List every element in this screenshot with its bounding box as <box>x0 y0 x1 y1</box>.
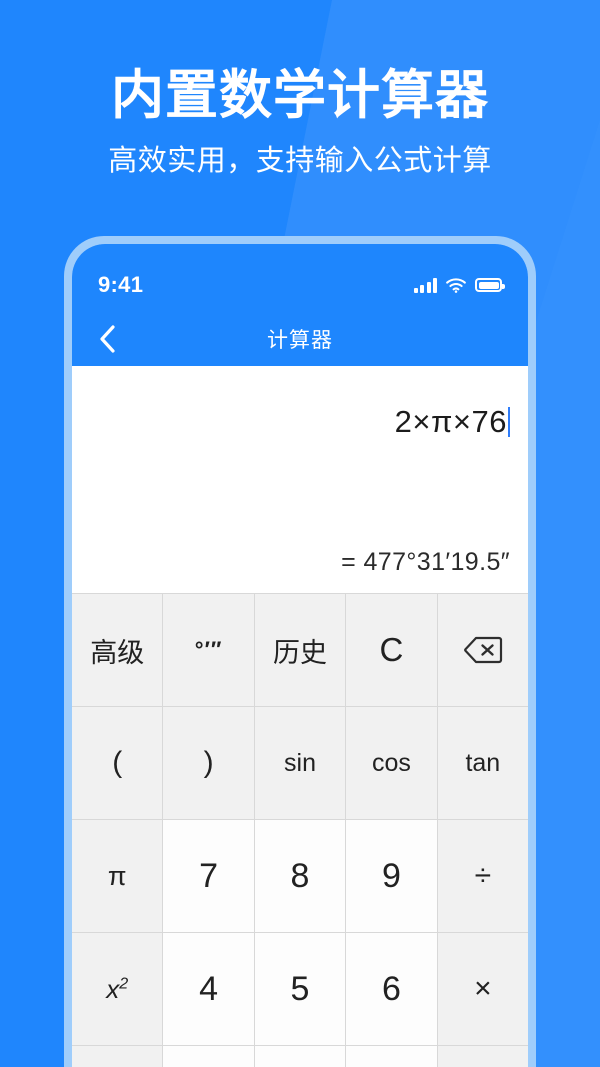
key-label: 历史 <box>273 637 328 668</box>
expression-field[interactable]: 2×π×76 <box>395 404 510 440</box>
phone-mockup: 9:41 计算器 2×π×76 = 477°31′19.5″ 高级 °′″ 历史… <box>64 236 536 1067</box>
key-square-root[interactable]: √ <box>72 1046 163 1067</box>
key-history[interactable]: 历史 <box>254 594 346 706</box>
keypad-row: 高级 °′″ 历史 C <box>72 594 528 706</box>
key-label: ) <box>203 746 214 779</box>
key-pi[interactable]: π <box>72 820 163 932</box>
calculator-display[interactable]: 2×π×76 = 477°31′19.5″ <box>72 366 528 593</box>
key-label: C <box>379 631 404 668</box>
key-digit-2[interactable]: 2 <box>254 1046 346 1067</box>
backspace-icon <box>463 636 502 664</box>
keypad-row: x2 4 5 6 × <box>72 933 528 1045</box>
key-label: cos <box>371 748 411 777</box>
key-label: × <box>474 972 492 1005</box>
key-square[interactable]: x2 <box>72 933 163 1045</box>
key-label: x2 <box>106 973 129 1004</box>
expression-text: 2×π×76 <box>394 404 507 439</box>
key-minus[interactable]: − <box>437 1046 528 1067</box>
key-digit-6[interactable]: 6 <box>346 933 437 1045</box>
key-label: ÷ <box>474 859 492 892</box>
key-label: 4 <box>199 969 219 1008</box>
result-text: = 477°31′19.5″ <box>341 548 510 576</box>
key-digit-8[interactable]: 8 <box>254 820 346 932</box>
phone-screen: 9:41 计算器 2×π×76 = 477°31′19.5″ 高级 °′″ 历史… <box>72 244 528 1067</box>
key-digit-3[interactable]: 3 <box>346 1046 437 1067</box>
key-digit-9[interactable]: 9 <box>346 820 437 932</box>
status-bar-time: 9:41 <box>98 272 144 297</box>
key-backspace-icon[interactable] <box>437 594 528 706</box>
status-bar-icons <box>413 277 505 293</box>
key-label: 7 <box>199 856 219 895</box>
chevron-left-icon <box>100 325 115 353</box>
key-advanced[interactable]: 高级 <box>72 594 163 706</box>
key-label: tan <box>465 748 501 777</box>
key-label: ( <box>112 746 123 779</box>
back-button[interactable] <box>86 318 128 360</box>
key-label: 5 <box>290 969 310 1008</box>
wifi-icon <box>446 277 466 293</box>
key-multiply[interactable]: × <box>437 933 528 1045</box>
key-clear[interactable]: C <box>346 594 437 706</box>
promo-title: 内置数学计算器 <box>111 66 489 125</box>
key-digit-7[interactable]: 7 <box>163 820 254 932</box>
key-divide[interactable]: ÷ <box>437 820 528 932</box>
key-label: sin <box>284 748 316 777</box>
key-digit-1[interactable]: 1 <box>163 1046 254 1067</box>
key-tan[interactable]: tan <box>437 707 528 819</box>
keypad-row: () sin cos tan <box>72 707 528 819</box>
key-label: 高级 <box>90 637 145 668</box>
key-label: 6 <box>381 969 401 1008</box>
key-digit-5[interactable]: 5 <box>254 933 346 1045</box>
key-degree-minute-second[interactable]: °′″ <box>163 594 254 706</box>
page-title: 计算器 <box>267 329 333 352</box>
text-caret <box>508 407 510 437</box>
key-label: °′″ <box>194 637 223 662</box>
promo-screenshot: 内置数学计算器 高效实用，支持输入公式计算 9:41 计算器 2×π×76 = … <box>0 0 600 1067</box>
status-bar: 9:41 <box>72 244 528 312</box>
signal-bars-icon <box>413 277 437 293</box>
key-digit-4[interactable]: 4 <box>163 933 254 1045</box>
keypad-row: √123− <box>72 1046 528 1067</box>
key-sin[interactable]: sin <box>254 707 346 819</box>
promo-header: 内置数学计算器 高效实用，支持输入公式计算 <box>0 0 600 181</box>
key-left-paren[interactable]: ( <box>72 707 163 819</box>
key-right-paren[interactable]: ) <box>163 707 254 819</box>
promo-subtitle: 高效实用，支持输入公式计算 <box>108 145 492 178</box>
keypad-row: π 7 8 9 ÷ <box>72 820 528 932</box>
key-label: 8 <box>290 856 310 895</box>
key-label: π <box>107 860 127 891</box>
battery-full-icon <box>475 278 505 292</box>
key-cos[interactable]: cos <box>346 707 437 819</box>
calculator-keypad[interactable]: 高级 °′″ 历史 C () sin cos tan π 7 8 9 ÷ x2 4 5 6 × √123− <box>72 593 528 1067</box>
nav-bar: 计算器 <box>72 312 528 366</box>
key-label: 9 <box>381 856 401 895</box>
